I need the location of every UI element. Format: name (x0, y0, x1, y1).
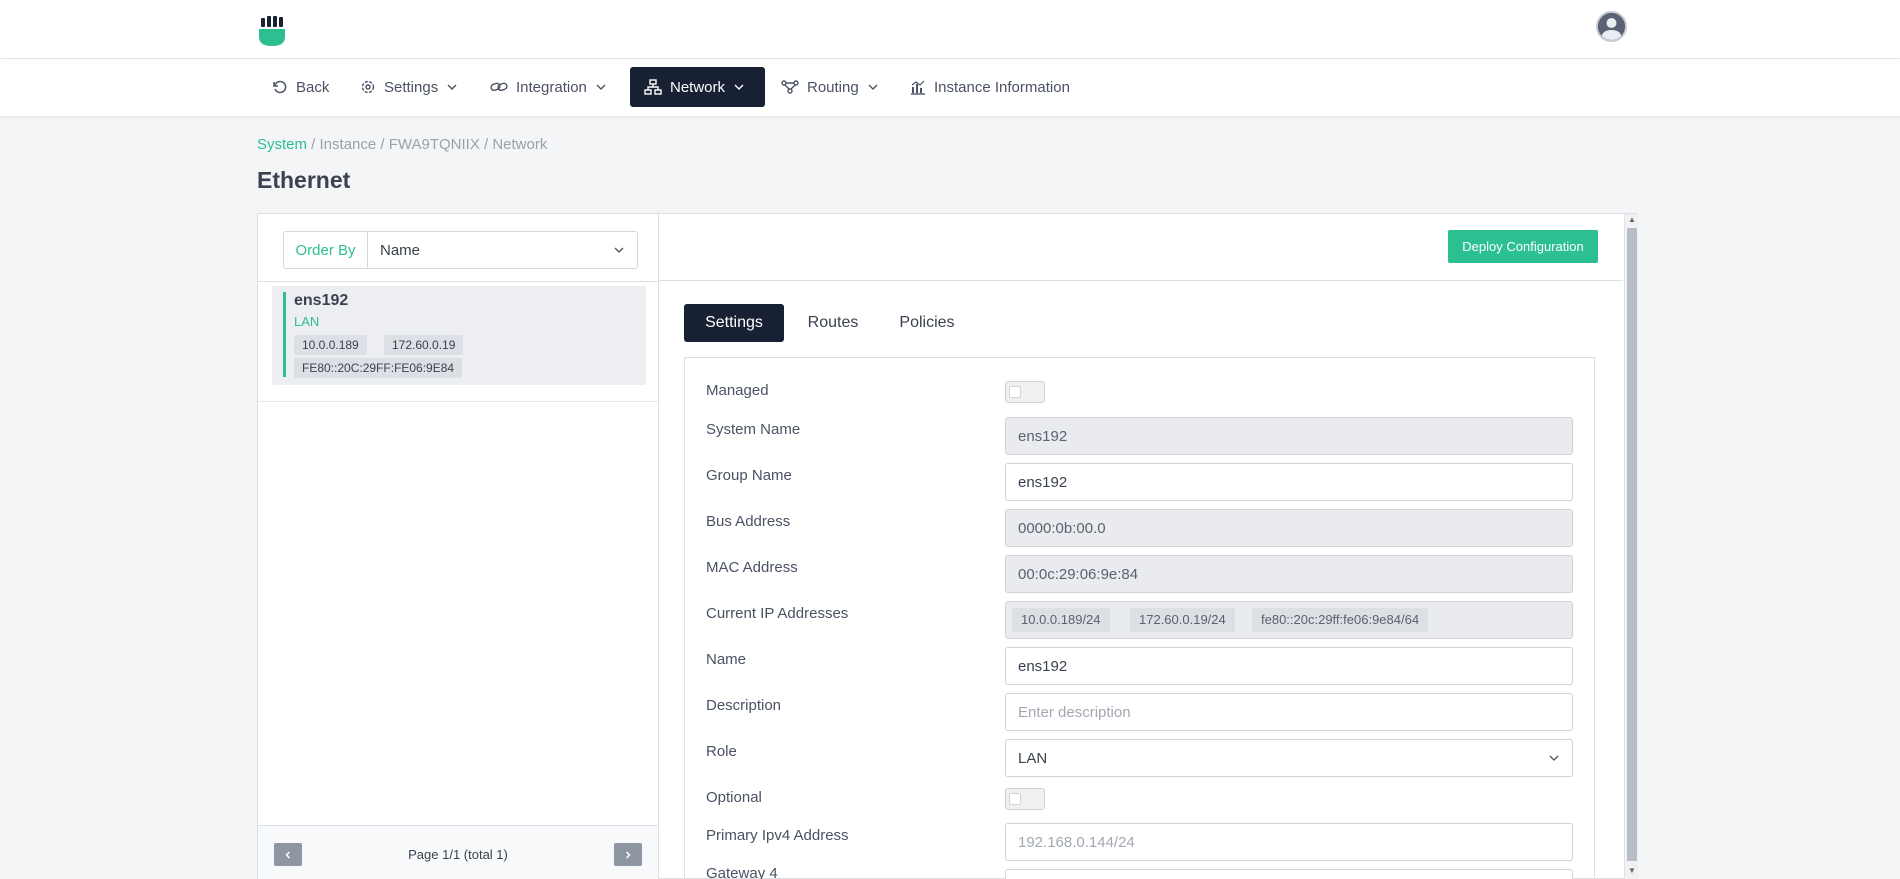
gateway-field[interactable] (1005, 869, 1573, 879)
link-icon (490, 82, 508, 92)
name-label: Name (706, 651, 747, 668)
deploy-configuration-button[interactable]: Deploy Configuration (1448, 230, 1598, 263)
divider (258, 281, 658, 282)
managed-label: Managed (706, 382, 769, 399)
breadcrumb-system-link[interactable]: System (257, 136, 307, 153)
nav-integration[interactable]: Integration (476, 67, 621, 107)
main-nav: Back Settings Integration Network Routin… (0, 59, 1900, 117)
network-label: Network (670, 78, 726, 96)
chevron-down-icon (1549, 755, 1559, 761)
divider (659, 280, 1623, 281)
description-field[interactable]: Enter description (1005, 693, 1573, 731)
scroll-down-arrow[interactable]: ▼ (1628, 866, 1636, 875)
tab-policies[interactable]: Policies (882, 304, 972, 342)
interface-detail-pane: Deploy Configuration Settings Routes Pol… (659, 214, 1623, 879)
interface-list-pane: Order By Name ens192 LAN 10.0.0.189 172.… (258, 214, 659, 879)
role-value: LAN (1018, 749, 1048, 767)
fist-logo[interactable] (257, 15, 287, 47)
optional-toggle[interactable] (1005, 788, 1045, 810)
integration-label: Integration (516, 78, 587, 96)
breadcrumb: System / Instance / FWA9TQNIIX / Network (257, 136, 547, 153)
routing-icon (781, 80, 799, 94)
system-name-label: System Name (706, 421, 801, 438)
ip-tag: fe80::20c:29ff:fe06:9e84/64 (1252, 608, 1429, 632)
nav-instance-information[interactable]: Instance Information (896, 67, 1084, 107)
page-title: Ethernet (257, 167, 351, 193)
undo-icon (273, 80, 287, 94)
back-button[interactable]: Back (258, 67, 343, 107)
scroll-up-arrow[interactable]: ▲ (1628, 215, 1636, 224)
optional-label: Optional (706, 789, 762, 806)
network-icon (644, 79, 662, 95)
selected-indicator (283, 292, 286, 377)
role-select[interactable]: LAN (1005, 739, 1573, 777)
back-label: Back (296, 78, 330, 96)
mac-address-label: MAC Address (706, 559, 798, 576)
gateway-label: Gateway 4 (706, 865, 778, 879)
chevron-down-icon (868, 84, 878, 90)
breadcrumb-rest: / Instance / FWA9TQNIIX / Network (307, 136, 548, 153)
current-ip-addresses-field: 10.0.0.189/24 172.60.0.19/24 fe80::20c:2… (1005, 601, 1573, 639)
description-label: Description (706, 697, 782, 714)
interface-name: ens192 (294, 292, 349, 309)
top-bar (0, 0, 1900, 59)
page-indicator: Page 1/1 (total 1) (408, 847, 508, 862)
group-name-label: Group Name (706, 467, 792, 484)
tab-routes[interactable]: Routes (788, 304, 878, 342)
toggle-knob (1009, 386, 1021, 398)
chevron-right-icon (625, 850, 631, 859)
interface-role: LAN (294, 314, 320, 329)
tab-settings[interactable]: Settings (684, 304, 784, 342)
order-by-control: Order By Name (283, 231, 638, 269)
order-by-select[interactable]: Name (368, 232, 637, 268)
routing-label: Routing (807, 78, 859, 96)
next-page-button[interactable] (614, 843, 642, 866)
ip-chip: 172.60.0.19 (384, 335, 464, 355)
role-label: Role (706, 743, 737, 760)
ip-tag: 10.0.0.189/24 (1012, 608, 1110, 632)
chevron-down-icon (614, 247, 624, 253)
name-field[interactable]: ens192 (1005, 647, 1573, 685)
group-name-field[interactable]: ens192 (1005, 463, 1573, 501)
instance-info-label: Instance Information (934, 78, 1070, 96)
bus-address-field: 0000:0b:00.0 (1005, 509, 1573, 547)
user-avatar-icon[interactable] (1596, 11, 1627, 42)
nav-settings[interactable]: Settings (346, 67, 472, 107)
primary-ipv4-field[interactable]: 192.168.0.144/24 (1005, 823, 1573, 861)
bus-address-label: Bus Address (706, 513, 791, 530)
primary-ipv4-label: Primary Ipv4 Address (706, 827, 849, 844)
system-name-field: ens192 (1005, 417, 1573, 455)
order-by-label: Order By (284, 232, 368, 268)
settings-form: Managed System Name ens192 Group Name en… (684, 357, 1595, 879)
list-item[interactable]: ens192 LAN 10.0.0.189 172.60.0.19 FE80::… (272, 286, 646, 385)
settings-label: Settings (384, 78, 439, 96)
main-card: Order By Name ens192 LAN 10.0.0.189 172.… (257, 213, 1638, 879)
gear-icon (361, 80, 375, 94)
pagination: Page 1/1 (total 1) (258, 825, 658, 879)
chevron-down-icon (447, 84, 457, 90)
nav-routing[interactable]: Routing (767, 67, 893, 107)
scrollbar[interactable]: ▲ ▼ (1624, 214, 1638, 879)
ip-tag: 172.60.0.19/24 (1130, 608, 1235, 632)
order-by-value: Name (380, 241, 421, 259)
scroll-thumb[interactable] (1627, 228, 1637, 861)
chevron-down-icon (734, 84, 744, 90)
chevron-down-icon (596, 84, 606, 90)
managed-toggle[interactable] (1005, 381, 1045, 403)
divider (258, 401, 658, 402)
toggle-knob (1009, 793, 1021, 805)
ip-chip: 10.0.0.189 (294, 335, 367, 355)
current-ip-addresses-label: Current IP Addresses (706, 605, 849, 622)
bar-chart-icon (911, 80, 925, 95)
mac-address-field: 00:0c:29:06:9e:84 (1005, 555, 1573, 593)
nav-network[interactable]: Network (630, 67, 765, 107)
ip-chip: FE80::20C:29FF:FE06:9E84 (294, 358, 463, 378)
